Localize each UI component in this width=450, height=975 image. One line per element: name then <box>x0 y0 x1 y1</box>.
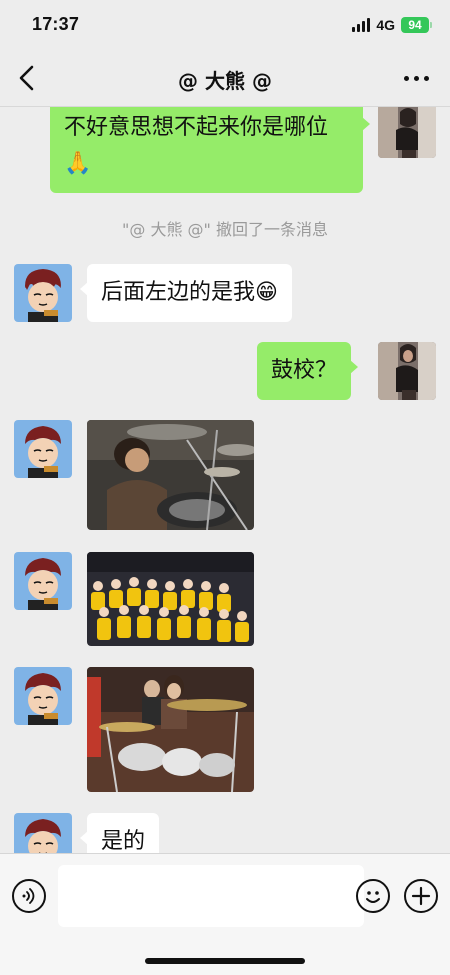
friend-avatar[interactable] <box>14 552 72 610</box>
emoji-icon <box>366 891 380 903</box>
voice-button[interactable] <box>12 879 46 913</box>
status-indicators: 4G 94 <box>352 16 432 34</box>
message-bubble-incoming[interactable]: 是的 <box>80 813 160 853</box>
plus-button[interactable] <box>404 879 438 913</box>
image-message-drum-kit-group[interactable] <box>87 667 254 792</box>
status-bar: 17:37 4G 94 <box>0 0 450 50</box>
network-type: 4G <box>376 17 395 33</box>
message-bubble-outgoing[interactable]: 不好意思想不起来你是哪位🙏 <box>50 107 370 193</box>
message-text: 不好意思想不起来你是哪位🙏 <box>64 115 329 176</box>
battery-level: 94 <box>401 17 429 33</box>
friend-avatar[interactable] <box>14 667 72 725</box>
message-bubble-outgoing[interactable]: 鼓校？ <box>257 342 359 400</box>
battery-icon: 94 <box>401 17 432 33</box>
input-bar <box>0 853 450 975</box>
more-dots-icon <box>403 75 409 81</box>
message-text: 鼓校？ <box>271 358 338 383</box>
system-message-recall: "@ 大熊 @" 撤回了一条消息 <box>122 220 328 239</box>
plus-icon <box>411 886 431 906</box>
my-avatar[interactable] <box>378 107 436 158</box>
message-bubble-incoming[interactable]: 后面左边的是我😁 <box>80 264 292 322</box>
message-input[interactable] <box>58 865 364 927</box>
friend-avatar[interactable] <box>14 420 72 478</box>
voice-icon <box>22 888 35 904</box>
message-text: 是的 <box>101 829 146 853</box>
signal-icon <box>352 18 371 32</box>
friend-avatar[interactable] <box>14 264 72 322</box>
chat-title: @ 大熊 @ <box>178 69 272 93</box>
nav-bar: @ 大熊 @ <box>0 50 450 107</box>
more-button[interactable] <box>400 68 432 88</box>
friend-avatar[interactable] <box>14 813 72 853</box>
message-list[interactable]: 不好意思想不起来你是哪位🙏 "@ 大熊 @" 撤回了一条消息 后面左边的是我😁 … <box>0 107 450 853</box>
my-avatar[interactable] <box>378 342 436 400</box>
image-message-drummer[interactable] <box>87 420 254 530</box>
status-time: 17:37 <box>32 14 80 34</box>
home-indicator <box>145 958 305 964</box>
message-text: 后面左边的是我😁 <box>101 280 278 305</box>
image-message-choir[interactable] <box>87 552 254 646</box>
emoji-button[interactable] <box>356 879 390 913</box>
